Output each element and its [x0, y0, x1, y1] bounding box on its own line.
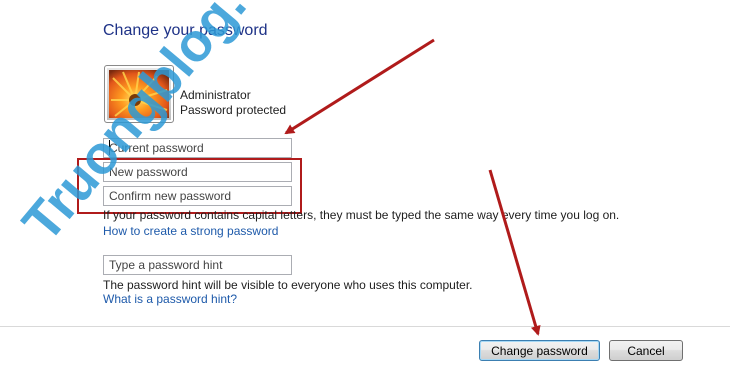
text-cursor	[109, 140, 110, 155]
page-title: Change your password	[103, 22, 268, 39]
password-hint-link[interactable]: What is a password hint?	[103, 292, 237, 306]
change-password-button[interactable]: Change password	[479, 340, 600, 361]
arrow-to-password-fields	[284, 38, 435, 135]
current-password-input[interactable]	[103, 138, 292, 158]
hint-visibility-note: The password hint will be visible to eve…	[103, 278, 473, 292]
arrow-to-change-button	[488, 169, 541, 336]
divider	[0, 326, 730, 327]
flower-avatar-icon	[109, 70, 169, 118]
user-status: Password protected	[180, 103, 287, 117]
password-hint-input[interactable]	[103, 255, 292, 275]
highlight-box	[77, 158, 302, 214]
strong-password-link[interactable]: How to create a strong password	[103, 224, 278, 238]
capital-letters-note: If your password contains capital letter…	[103, 208, 620, 222]
cancel-button[interactable]: Cancel	[609, 340, 683, 361]
user-avatar	[104, 65, 174, 123]
user-name: Administrator	[180, 88, 251, 102]
